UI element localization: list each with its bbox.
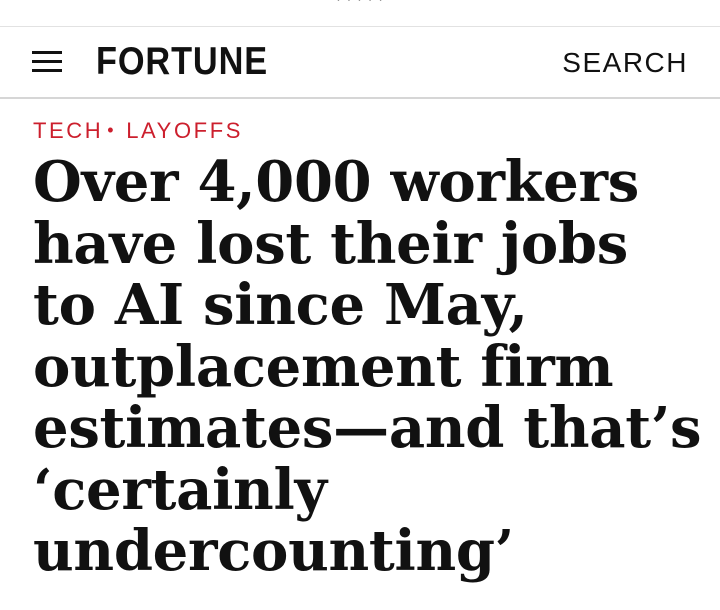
- breadcrumb-separator: •: [107, 120, 117, 140]
- article-headline: Over 4,000 workers have lost their jobs …: [33, 149, 702, 584]
- site-header: FORTUNE SEARCH: [0, 27, 720, 99]
- breadcrumb-topic-link[interactable]: LAYOFFS: [126, 118, 243, 143]
- breadcrumb: TECH • LAYOFFS: [33, 117, 243, 146]
- hamburger-menu-icon[interactable]: [32, 51, 62, 73]
- breadcrumb-section-link[interactable]: TECH: [33, 118, 103, 143]
- top-strip-partial-text: · · · · ·: [0, 0, 720, 7]
- search-button[interactable]: SEARCH: [562, 47, 688, 79]
- site-logo[interactable]: FORTUNE: [96, 40, 268, 84]
- top-status-strip: · · · · ·: [0, 0, 720, 27]
